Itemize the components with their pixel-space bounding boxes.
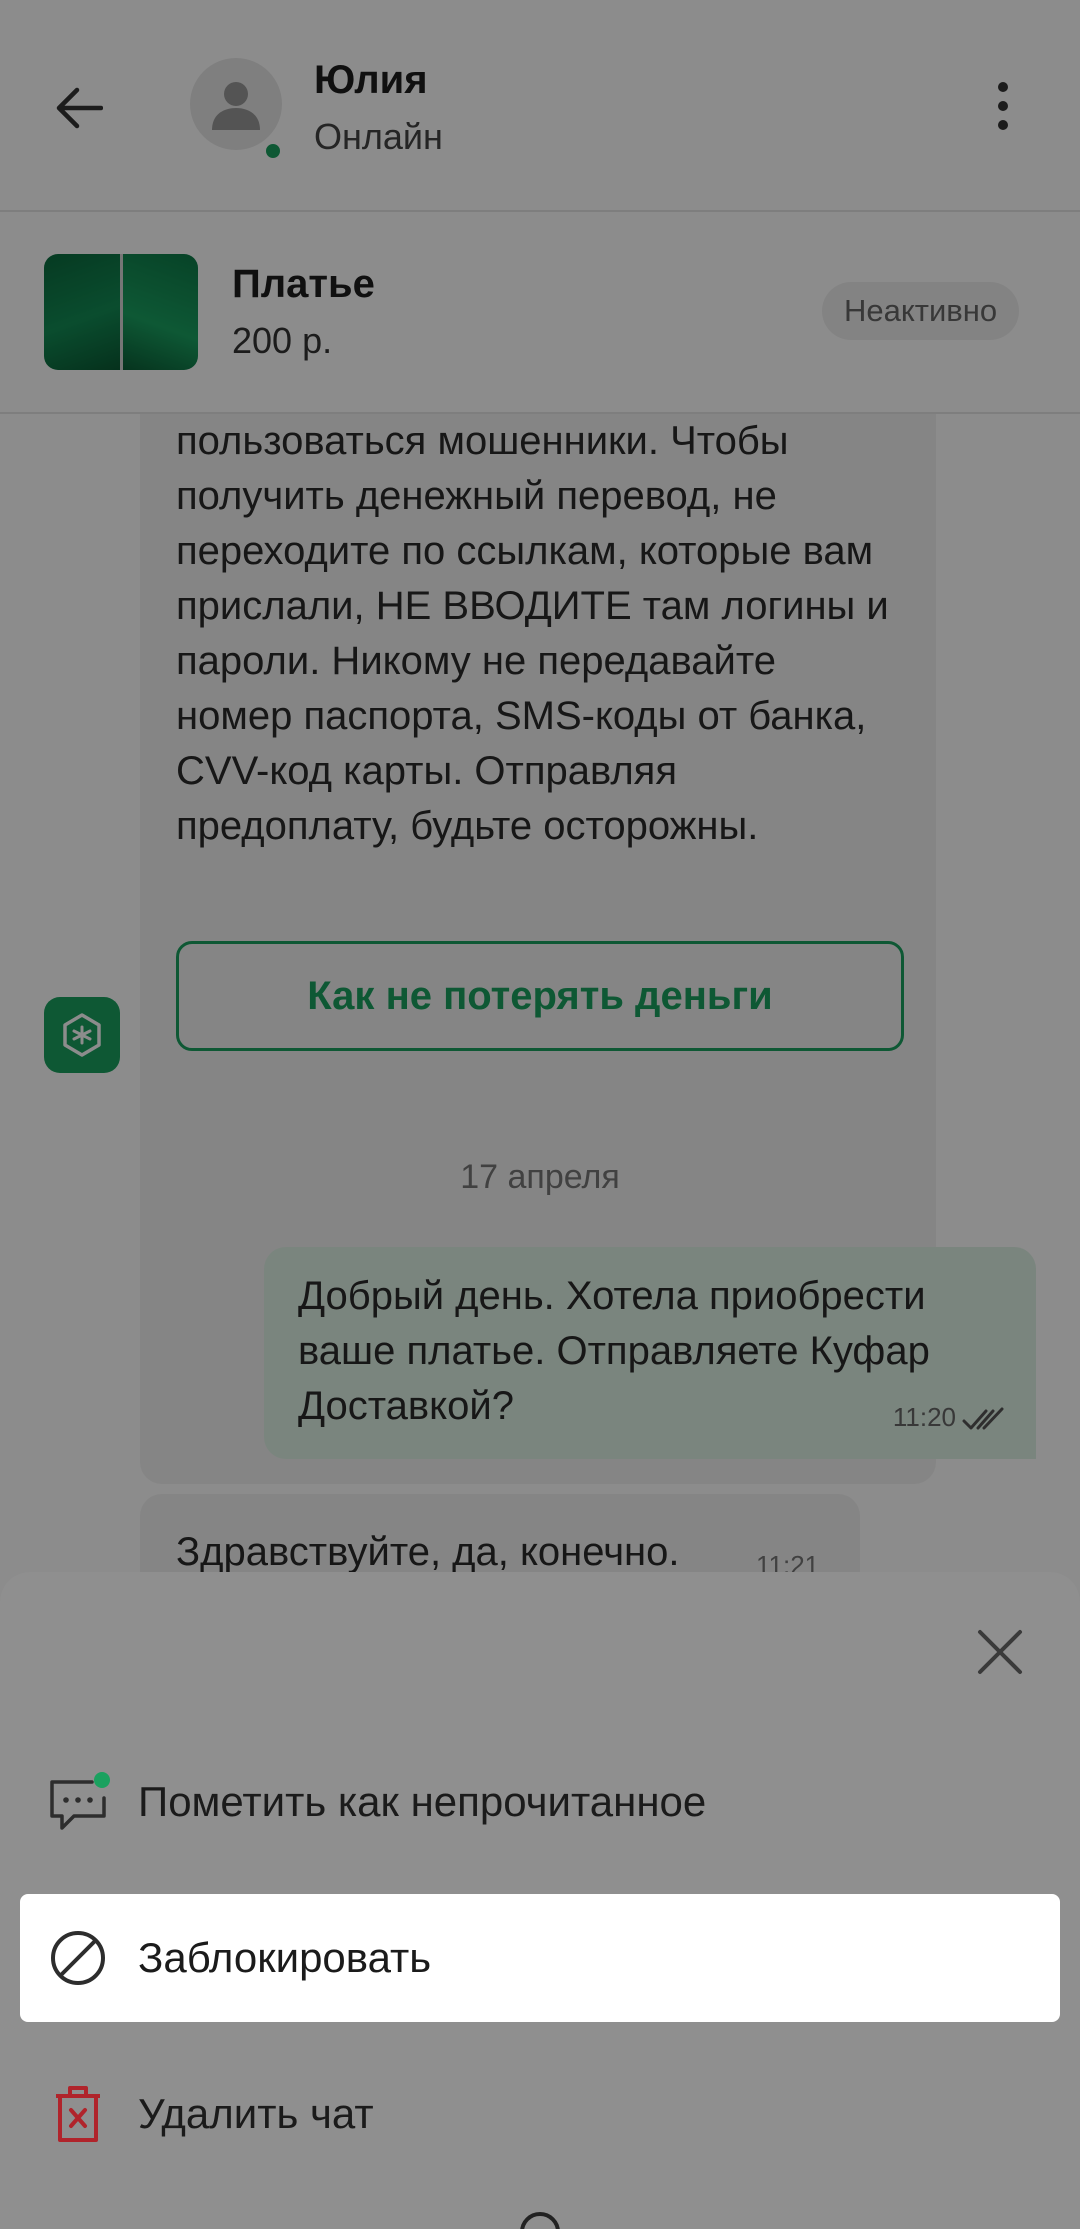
mark-unread-icon	[44, 1768, 112, 1836]
trash-icon	[44, 2080, 112, 2148]
block-label: Заблокировать	[138, 1934, 432, 1981]
mark-unread-option[interactable]: Пометить как непрочитанное	[20, 1738, 1060, 1866]
block-icon	[44, 1924, 112, 1992]
delete-chat-label: Удалить чат	[138, 2090, 374, 2137]
close-button[interactable]	[970, 1622, 1030, 1682]
delete-chat-option[interactable]: Удалить чат	[20, 2050, 1060, 2178]
block-option[interactable]: Заблокировать	[20, 1894, 1060, 2022]
mark-unread-label: Пометить как непрочитанное	[138, 1778, 707, 1825]
close-icon	[978, 1630, 1022, 1674]
